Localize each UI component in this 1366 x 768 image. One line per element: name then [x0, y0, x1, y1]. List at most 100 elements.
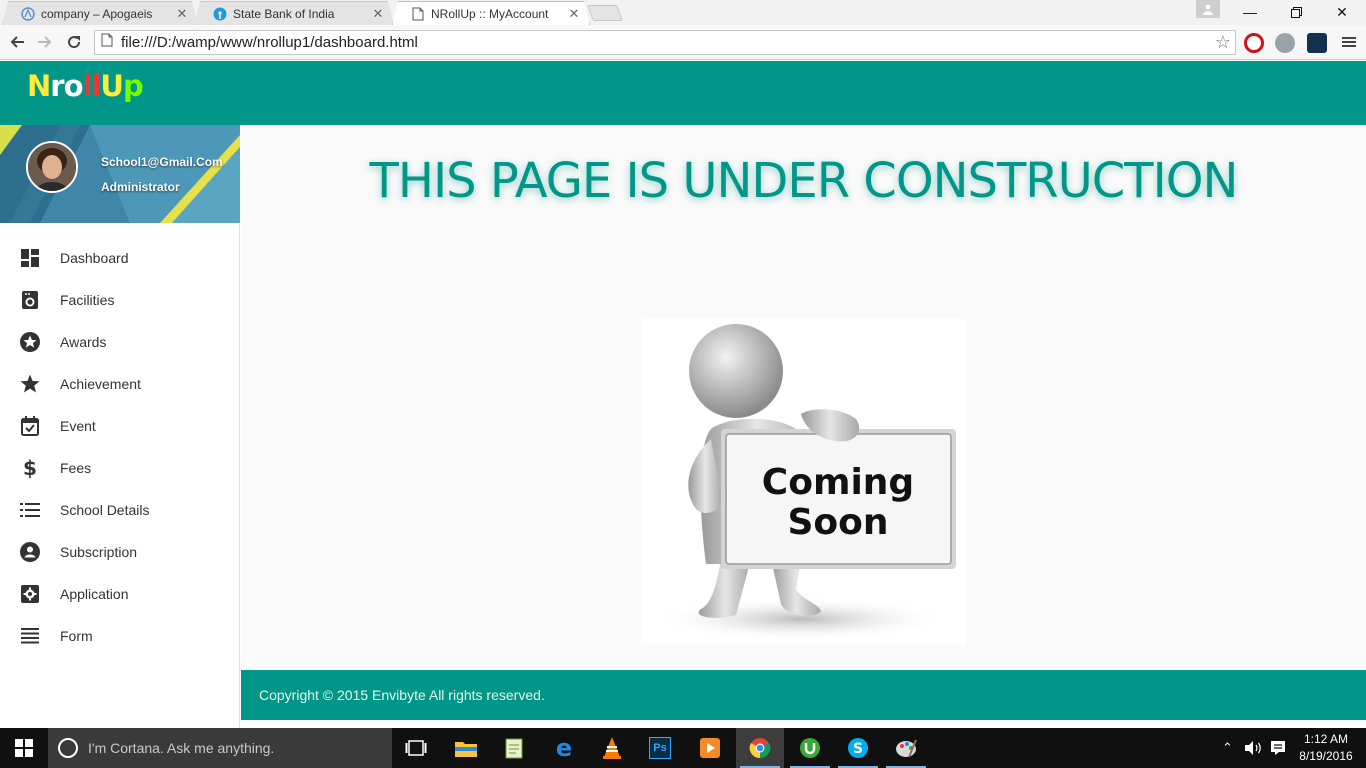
sidebar-item-label: Form — [60, 628, 93, 644]
profile-role: Administrator — [101, 180, 180, 194]
tab-label: State Bank of India — [233, 6, 335, 21]
sidebar-item-event[interactable]: Event — [0, 405, 239, 447]
sidebar-item-achievement[interactable]: Achievement — [0, 363, 239, 405]
address-bar[interactable]: file:///D:/wamp/www/nrollup1/dashboard.h… — [94, 30, 1236, 55]
cortana-search-box[interactable]: I'm Cortana. Ask me anything. — [48, 728, 392, 768]
profile-email: School1@Gmail.Com — [101, 155, 223, 169]
sidebar-item-label: Awards — [60, 334, 107, 350]
opera-extension-icon[interactable] — [1244, 33, 1264, 53]
sidebar-item-facilities[interactable]: Facilities — [0, 279, 239, 321]
sidebar-item-label: Facilities — [60, 292, 115, 308]
tray-chevron-icon[interactable]: ⌃ — [1222, 728, 1233, 768]
restore-icon[interactable] — [1273, 0, 1319, 24]
vlc-icon[interactable] — [588, 728, 636, 768]
logo-letter: p — [122, 69, 144, 103]
cortana-circle-icon — [58, 738, 78, 758]
sidebar-item-label: Dashboard — [60, 250, 129, 266]
logo-letter: o — [63, 69, 84, 103]
tab-close-icon[interactable]: ✕ — [175, 6, 189, 22]
media-player-icon[interactable] — [686, 728, 734, 768]
sidebar-item-label: Achievement — [60, 376, 141, 392]
sidebar-item-fees[interactable]: $ Fees — [0, 447, 239, 489]
photoshop-icon[interactable]: Ps — [636, 728, 684, 768]
dollar-icon: $ — [23, 456, 37, 480]
cortana-placeholder: I'm Cortana. Ask me anything. — [88, 740, 275, 756]
sidebar-item-awards[interactable]: Awards — [0, 321, 239, 363]
back-arrow-icon[interactable] — [6, 31, 28, 53]
url-text[interactable]: file:///D:/wamp/www/nrollup1/dashboard.h… — [121, 34, 1211, 51]
logo-letter: U — [100, 69, 124, 103]
profile-card: School1@Gmail.Com Administrator — [0, 125, 240, 223]
utorrent-icon[interactable] — [786, 728, 834, 768]
sidebar-item-dashboard[interactable]: Dashboard — [0, 237, 239, 279]
dashboard-icon — [19, 247, 41, 269]
logo-letter: ll — [82, 69, 102, 103]
logo-letter: r — [50, 69, 64, 103]
reload-icon[interactable] — [63, 31, 85, 53]
svg-text:S: S — [853, 741, 863, 757]
extension-globe-icon[interactable] — [1275, 33, 1295, 53]
sbi-favicon-icon — [213, 7, 227, 21]
notepad-plus-icon[interactable] — [490, 728, 538, 768]
clock-time: 1:12 AM — [1303, 732, 1349, 746]
sidebar-item-label: Fees — [60, 460, 92, 476]
sidebar-item-school-details[interactable]: School Details — [0, 489, 239, 531]
page-info-icon[interactable] — [101, 33, 113, 52]
page-favicon-icon — [411, 7, 425, 21]
sidebar-menu: Dashboard Facilities Awards Achievement … — [0, 237, 239, 657]
account-circle-icon — [19, 541, 41, 563]
avatar[interactable] — [26, 141, 78, 193]
action-center-icon[interactable] — [1270, 728, 1286, 768]
sidebar-item-label: Subscription — [60, 544, 138, 560]
edge-browser-icon[interactable]: e — [540, 728, 588, 768]
browser-tab-myaccount[interactable]: NRollUp :: MyAccount ✕ — [392, 1, 590, 25]
settings-box-icon — [19, 583, 41, 605]
sidebar-item-form[interactable]: Form — [0, 615, 239, 657]
close-window-icon[interactable]: ✕ — [1319, 0, 1365, 24]
coming-soon-illustration: Coming Soon — [641, 319, 966, 644]
calendar-check-icon — [19, 415, 41, 437]
chrome-menu-icon[interactable] — [1338, 31, 1360, 53]
taskbar-clock[interactable]: 1:12 AM 8/19/2016 — [1296, 731, 1356, 765]
clock-date: 8/19/2016 — [1299, 749, 1353, 763]
sidebar-item-label: School Details — [60, 502, 150, 518]
sidebar: School1@Gmail.Com Administrator Dashboar… — [0, 125, 240, 728]
logo-letter: N — [27, 69, 51, 103]
minimize-icon[interactable]: — — [1227, 0, 1273, 24]
browser-tab-strip: company – Apogaeis ✕ State Bank of India… — [0, 0, 1366, 25]
main-content: THIS PAGE IS UNDER CONSTRUCTION Coming S… — [241, 125, 1366, 670]
sidebar-item-subscription[interactable]: Subscription — [0, 531, 239, 573]
tab-label: company – Apogaeis — [41, 6, 153, 21]
apogaeis-favicon-icon — [21, 7, 35, 21]
lines-icon — [19, 625, 41, 647]
volume-icon[interactable] — [1245, 728, 1263, 768]
new-tab-button[interactable] — [587, 5, 623, 21]
app-header: NrollUp — [0, 61, 1366, 125]
facilities-icon — [19, 289, 41, 311]
task-view-icon[interactable] — [392, 728, 440, 768]
browser-user-icon[interactable] — [1196, 0, 1220, 18]
windows-start-icon[interactable] — [0, 728, 48, 768]
star-icon — [19, 373, 41, 395]
bookmark-star-icon[interactable]: ☆ — [1211, 32, 1235, 53]
browser-tab-sbi[interactable]: State Bank of India ✕ — [194, 1, 394, 25]
forward-arrow-icon[interactable] — [34, 31, 56, 53]
browser-toolbar: file:///D:/wamp/www/nrollup1/dashboard.h… — [0, 25, 1366, 60]
nrollup-logo[interactable]: NrollUp — [27, 69, 144, 103]
page-title: THIS PAGE IS UNDER CONSTRUCTION — [369, 153, 1239, 209]
award-icon — [19, 331, 41, 353]
sidebar-item-label: Application — [60, 586, 129, 602]
file-explorer-icon[interactable] — [442, 728, 490, 768]
paint-icon[interactable] — [882, 728, 930, 768]
copyright-text: Copyright © 2015 Envibyte All rights res… — [259, 687, 545, 703]
tab-close-icon[interactable]: ✕ — [567, 6, 581, 22]
tab-close-icon[interactable]: ✕ — [371, 6, 385, 22]
windows-taskbar: I'm Cortana. Ask me anything. e Ps S ⌃ 1… — [0, 728, 1366, 768]
chrome-taskbar-icon[interactable] — [736, 728, 784, 768]
extension-app-icon[interactable] — [1307, 33, 1327, 53]
browser-tab-apogaeis[interactable]: company – Apogaeis ✕ — [2, 1, 198, 25]
skype-icon[interactable]: S — [834, 728, 882, 768]
list-icon — [19, 499, 41, 521]
sidebar-item-application[interactable]: Application — [0, 573, 239, 615]
tab-label: NRollUp :: MyAccount — [431, 6, 549, 21]
